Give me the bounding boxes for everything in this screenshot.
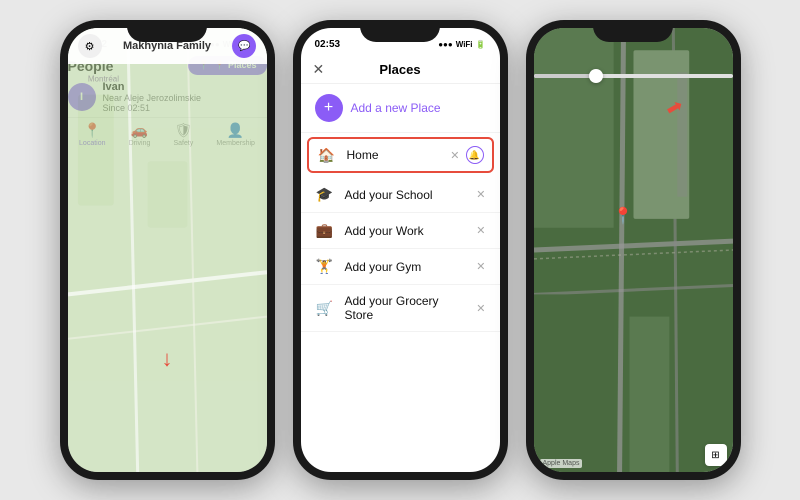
school-actions: ✕ — [476, 188, 485, 201]
place-item-gym[interactable]: 🏋 Add your Gym ✕ — [301, 249, 500, 285]
work-remove-button[interactable]: ✕ — [476, 224, 485, 237]
home-actions: ✕ 🔔 — [450, 146, 483, 164]
home-notify-button[interactable]: 🔔 — [466, 146, 484, 164]
status-icons-2: ●●● WiFi 🔋 — [438, 40, 485, 49]
slider-fill — [534, 74, 594, 78]
home-remove-button[interactable]: ✕ — [450, 149, 459, 162]
notch-3 — [593, 20, 673, 42]
layers-button[interactable]: ⊞ — [705, 444, 727, 466]
add-place-row[interactable]: + Add a new Place — [301, 84, 500, 133]
gym-icon: 🏋 — [315, 258, 335, 275]
place-item-work[interactable]: 💼 Add your Work ✕ — [301, 213, 500, 249]
places-header: ✕ Places — [301, 56, 500, 84]
add-place-label: Add a new Place — [351, 101, 441, 115]
places-title: Places — [379, 62, 420, 77]
map-arrow: ↓ — [162, 346, 173, 372]
grocery-actions: ✕ — [476, 302, 485, 315]
place-name-grocery: Add your Grocery Store — [345, 294, 467, 322]
close-button[interactable]: ✕ — [313, 61, 325, 78]
chat-button[interactable]: 💬 — [232, 34, 256, 58]
grocery-remove-button[interactable]: ✕ — [476, 302, 485, 315]
home-icon: 🏠 — [317, 147, 337, 164]
gym-actions: ✕ — [476, 260, 485, 273]
school-icon: 🎓 — [315, 186, 335, 203]
phone-3: 02:54 ●●● WiFi 🔋 CANCEL Edit Place SAVE — [526, 20, 741, 480]
place-name-home: Home — [347, 148, 441, 162]
notch-2 — [360, 20, 440, 42]
place-name-work: Add your Work — [345, 224, 467, 238]
place-item-home[interactable]: 🏠 Home ✕ 🔔 — [307, 137, 494, 173]
place-name-gym: Add your Gym — [345, 260, 467, 274]
slider-track — [534, 74, 733, 78]
gym-remove-button[interactable]: ✕ — [476, 260, 485, 273]
notch-1 — [127, 20, 207, 42]
satellite-map-svg — [534, 56, 733, 472]
phone-1: 02:52 ●●● WiFi 🔋 ⚙ Makhynia Family 💬 — [60, 20, 275, 480]
map-svg: Montréal — [68, 28, 267, 472]
work-actions: ✕ — [476, 224, 485, 237]
grocery-icon: 🛒 — [315, 300, 335, 317]
svg-text:Montréal: Montréal — [87, 74, 118, 83]
place-item-grocery[interactable]: 🛒 Add your Grocery Store ✕ — [301, 285, 500, 332]
location-pin: 📍 — [613, 206, 633, 226]
place-item-school[interactable]: 🎓 Add your School ✕ — [301, 177, 500, 213]
add-place-icon: + — [315, 94, 343, 122]
phone-2: 02:53 ●●● WiFi 🔋 ✕ Places + Add a new Pl… — [293, 20, 508, 480]
work-icon: 💼 — [315, 222, 335, 239]
school-remove-button[interactable]: ✕ — [476, 188, 485, 201]
place-name-school: Add your School — [345, 188, 467, 202]
apple-maps-badge: Apple Maps — [540, 459, 583, 468]
places-content: ✕ Places + Add a new Place 🏠 Home ✕ 🔔 🎓 … — [301, 56, 500, 332]
gear-button[interactable]: ⚙ — [78, 34, 102, 58]
time-2: 02:53 — [315, 39, 341, 50]
